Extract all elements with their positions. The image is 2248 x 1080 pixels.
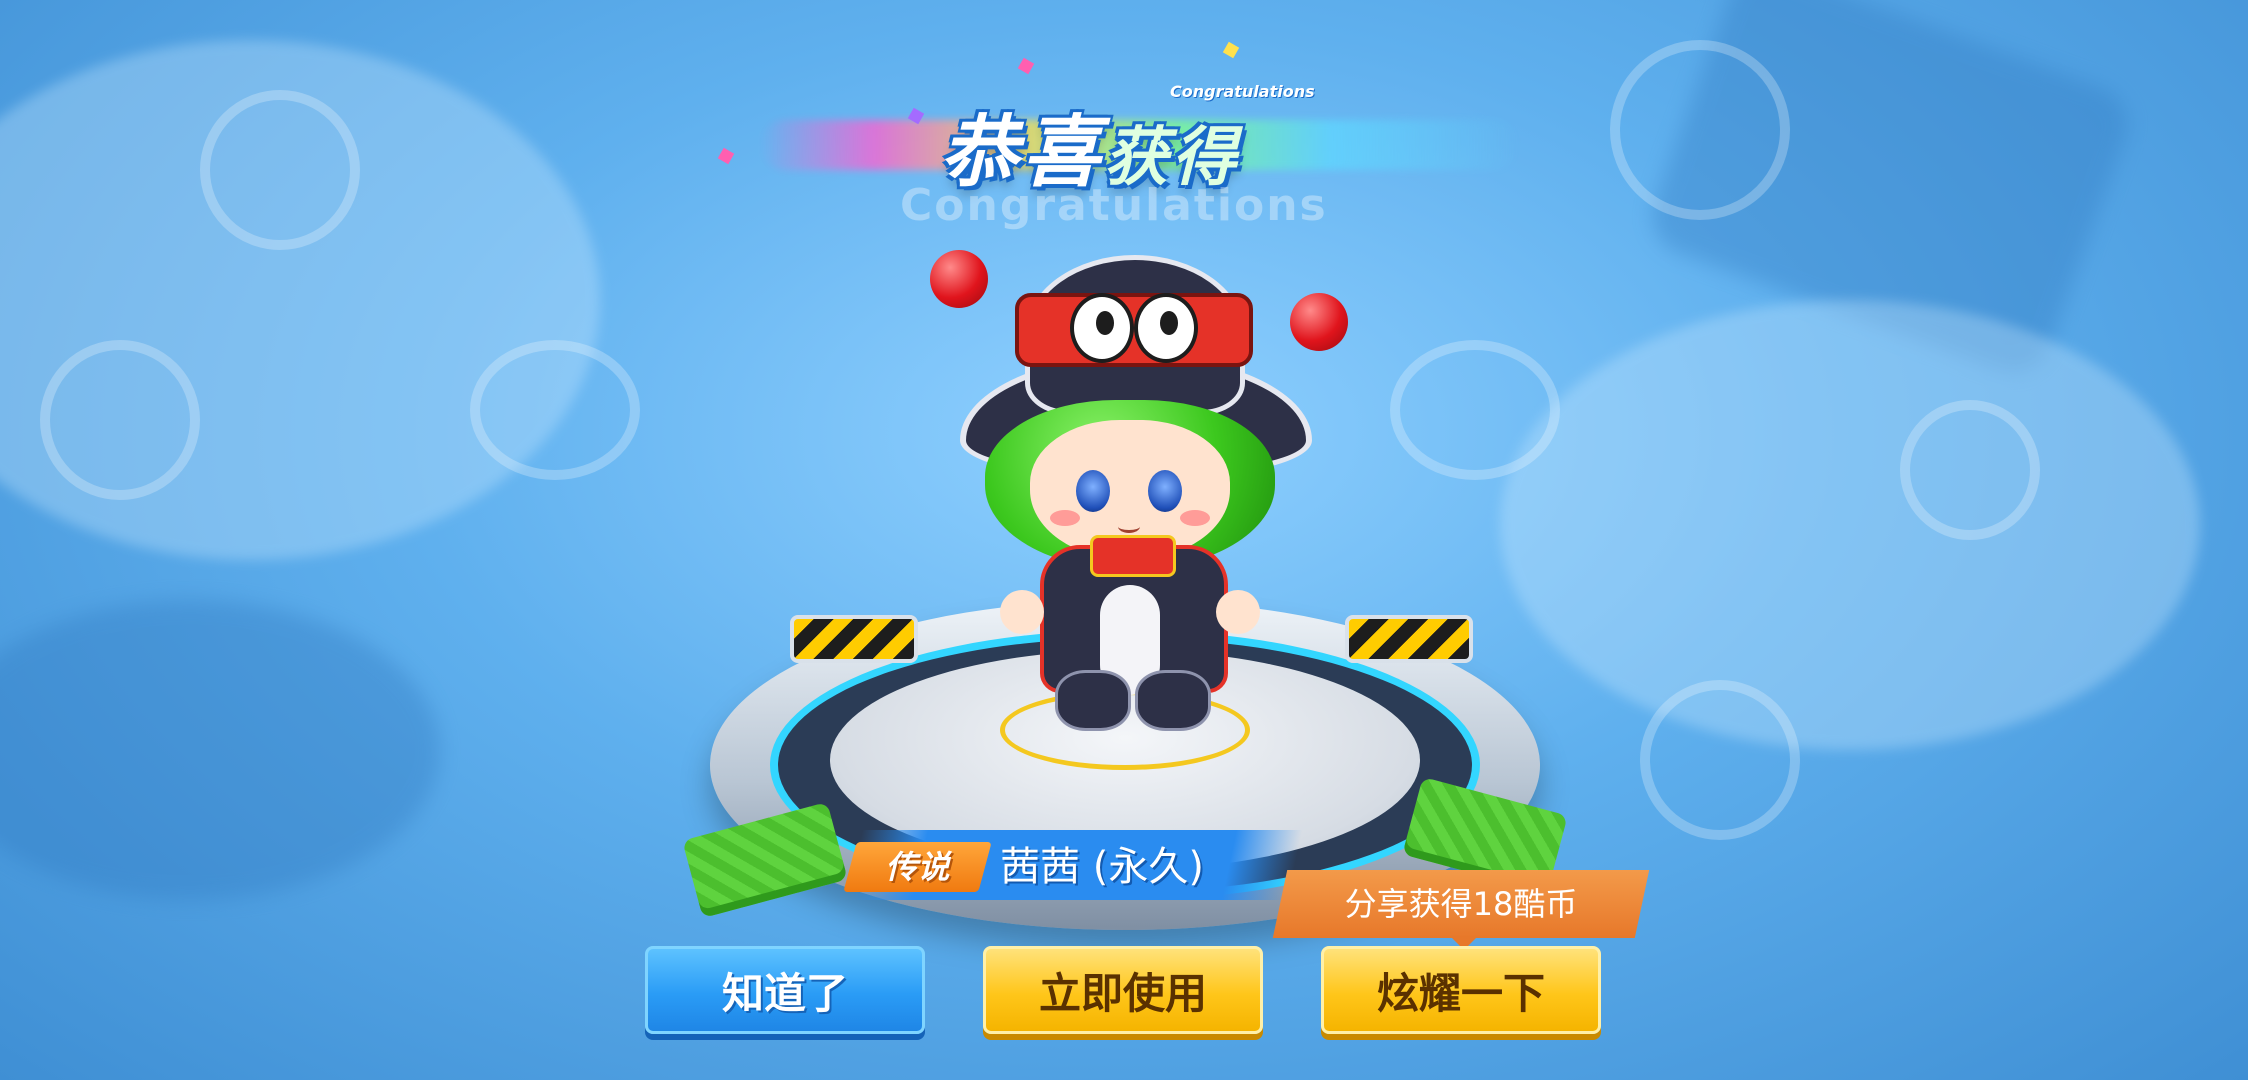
confetti	[717, 147, 735, 165]
coin-icon	[40, 340, 200, 500]
got-it-button[interactable]: 知道了	[645, 946, 925, 1034]
character-foot	[1055, 670, 1131, 731]
hazard-rail	[1345, 615, 1473, 663]
green-block	[682, 801, 848, 919]
hat-antenna-ball	[1290, 293, 1348, 351]
clock-icon	[200, 90, 360, 250]
character-hand	[1216, 590, 1260, 634]
title-english-ghost: Congratulations	[900, 180, 1328, 231]
hat-eye	[1134, 293, 1198, 363]
monkey-icon	[1390, 340, 1560, 480]
clock-icon	[1640, 680, 1800, 840]
character-mouth	[1118, 520, 1140, 533]
hazard-rail	[790, 615, 918, 663]
congratulations-title: 恭喜获得 Congratulations Congratulations	[717, 41, 1520, 231]
title-english-small: Congratulations	[1170, 82, 1315, 101]
hat-eye	[1070, 293, 1134, 363]
show-off-button[interactable]: 炫耀一下	[1321, 946, 1601, 1034]
character-collar	[1090, 535, 1176, 577]
character-model	[920, 245, 1348, 735]
character-blush	[1180, 510, 1210, 526]
confetti	[1222, 41, 1240, 59]
character-eye	[1148, 470, 1182, 512]
reward-name: 茜茜 (永久)	[1000, 844, 1204, 890]
share-reward-text: 分享获得18酷币	[1344, 885, 1578, 923]
confetti	[1017, 57, 1035, 75]
character-foot	[1135, 670, 1211, 731]
character-blush	[1050, 510, 1080, 526]
character-eye	[1076, 470, 1110, 512]
character-hand	[1000, 590, 1044, 634]
clock-icon	[1610, 40, 1790, 220]
coin-icon	[1900, 400, 2040, 540]
rarity-label: 传说	[885, 848, 950, 886]
hat-antenna-ball	[930, 250, 988, 308]
use-now-button[interactable]: 立即使用	[983, 946, 1263, 1034]
background-shape	[0, 600, 440, 900]
background-shape	[1500, 300, 2200, 750]
monkey-icon	[470, 340, 640, 480]
